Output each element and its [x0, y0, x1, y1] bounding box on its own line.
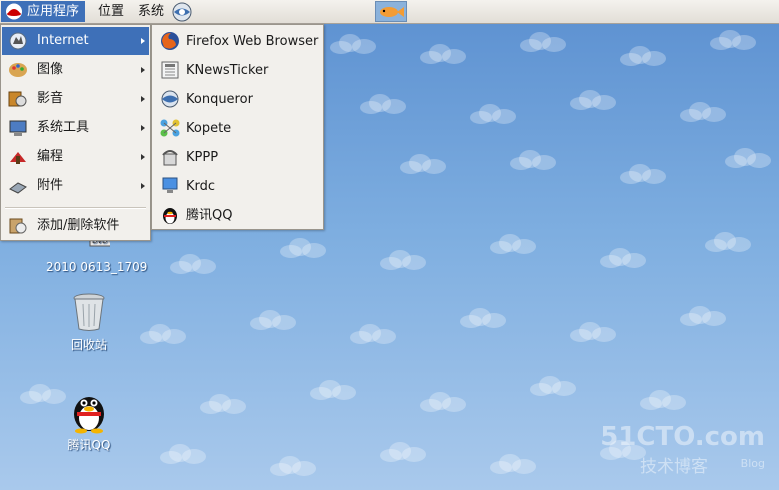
system-menu-button[interactable]: 系统 [134, 1, 168, 22]
graphics-icon [9, 63, 27, 77]
trash-icon [73, 293, 105, 331]
menu-item-graphics[interactable]: 图像 [2, 56, 149, 84]
menu-item-label: 图像 [37, 62, 64, 77]
programming-icon [10, 152, 26, 164]
submenu-item-label: Krdc [186, 179, 216, 194]
applications-menu: Internet 图像 影音 系统工具 编程 附件 添加/删除软件 [0, 24, 151, 241]
kopete-icon [160, 119, 180, 137]
konqueror-icon [161, 90, 179, 108]
submenu-item-qq[interactable]: 腾讯QQ [153, 201, 322, 230]
kppp-icon [162, 150, 178, 166]
chevron-right-icon [141, 96, 145, 102]
submenu-item-firefox[interactable]: Firefox Web Browser [153, 27, 322, 56]
submenu-item-label: Firefox Web Browser [186, 34, 319, 49]
fish-icon [380, 7, 404, 17]
applications-label: 应用程序 [27, 4, 80, 19]
submenu-item-label: 腾讯QQ [186, 208, 233, 223]
menu-item-label: 附件 [37, 178, 64, 193]
menu-item-accessories[interactable]: 附件 [2, 172, 149, 200]
watermark-site: 51CTO.com [600, 422, 765, 452]
menu-separator [5, 207, 146, 209]
watermark: 51CTO.com 技术博客 Blog [600, 422, 765, 477]
chevron-right-icon [141, 38, 145, 44]
menu-item-programming[interactable]: 编程 [2, 143, 149, 171]
submenu-item-label: KPPP [186, 150, 219, 165]
submenu-item-label: Konqueror [186, 92, 253, 107]
submenu-item-label: Kopete [186, 121, 232, 136]
dvd-label: 2010 0613_1709 [46, 260, 148, 274]
submenu-item-label: KNewsTicker [186, 63, 269, 78]
fish-applet[interactable] [375, 1, 407, 22]
chevron-right-icon [141, 67, 145, 73]
redhat-icon [6, 3, 22, 20]
qq-icon [163, 208, 177, 224]
applications-menu-button[interactable]: 应用程序 [1, 1, 86, 22]
menu-item-multimedia[interactable]: 影音 [2, 85, 149, 113]
menu-item-label: Internet [37, 33, 89, 48]
chevron-right-icon [141, 125, 145, 131]
trash-label: 回收站 [70, 338, 107, 352]
submenu-item-kopete[interactable]: Kopete [153, 114, 322, 143]
top-panel: 应用程序 位置 系统 [0, 0, 779, 24]
watermark-blog: Blog [740, 457, 765, 470]
package-icon [9, 218, 27, 234]
submenu-item-krdc[interactable]: Krdc [153, 172, 322, 201]
submenu-item-konqueror[interactable]: Konqueror [153, 85, 322, 114]
menu-item-internet[interactable]: Internet [2, 27, 149, 55]
internet-icon [9, 32, 27, 50]
krdc-icon [162, 177, 178, 193]
chevron-right-icon [141, 183, 145, 189]
qq-desktop-label: 腾讯QQ [67, 438, 111, 452]
menu-item-system-tools[interactable]: 系统工具 [2, 114, 149, 142]
multimedia-icon [8, 91, 27, 107]
desktop-trash-item[interactable]: 回收站 [54, 292, 124, 353]
places-menu-button[interactable]: 位置 [94, 1, 128, 22]
watermark-sub: 技术博客 [640, 457, 708, 477]
qq-penguin-icon [74, 397, 104, 434]
system-tools-icon [9, 120, 27, 136]
internet-submenu: Firefox Web Browser KNewsTicker Konquero… [151, 24, 324, 230]
menu-item-label: 系统工具 [37, 120, 90, 135]
accessories-icon [9, 182, 27, 194]
news-icon [161, 61, 179, 79]
menu-item-add-remove-software[interactable]: 添加/删除软件 [2, 212, 149, 240]
submenu-item-kppp[interactable]: KPPP [153, 143, 322, 172]
menu-item-label: 影音 [37, 91, 64, 106]
desktop-qq-item[interactable]: 腾讯QQ [54, 388, 124, 453]
submenu-item-knewsticker[interactable]: KNewsTicker [153, 56, 322, 85]
add-remove-label: 添加/删除软件 [37, 218, 120, 233]
firefox-icon [161, 32, 179, 50]
menu-item-label: 编程 [37, 149, 64, 164]
chevron-right-icon [141, 154, 145, 160]
browser-launcher-icon[interactable] [171, 2, 193, 22]
